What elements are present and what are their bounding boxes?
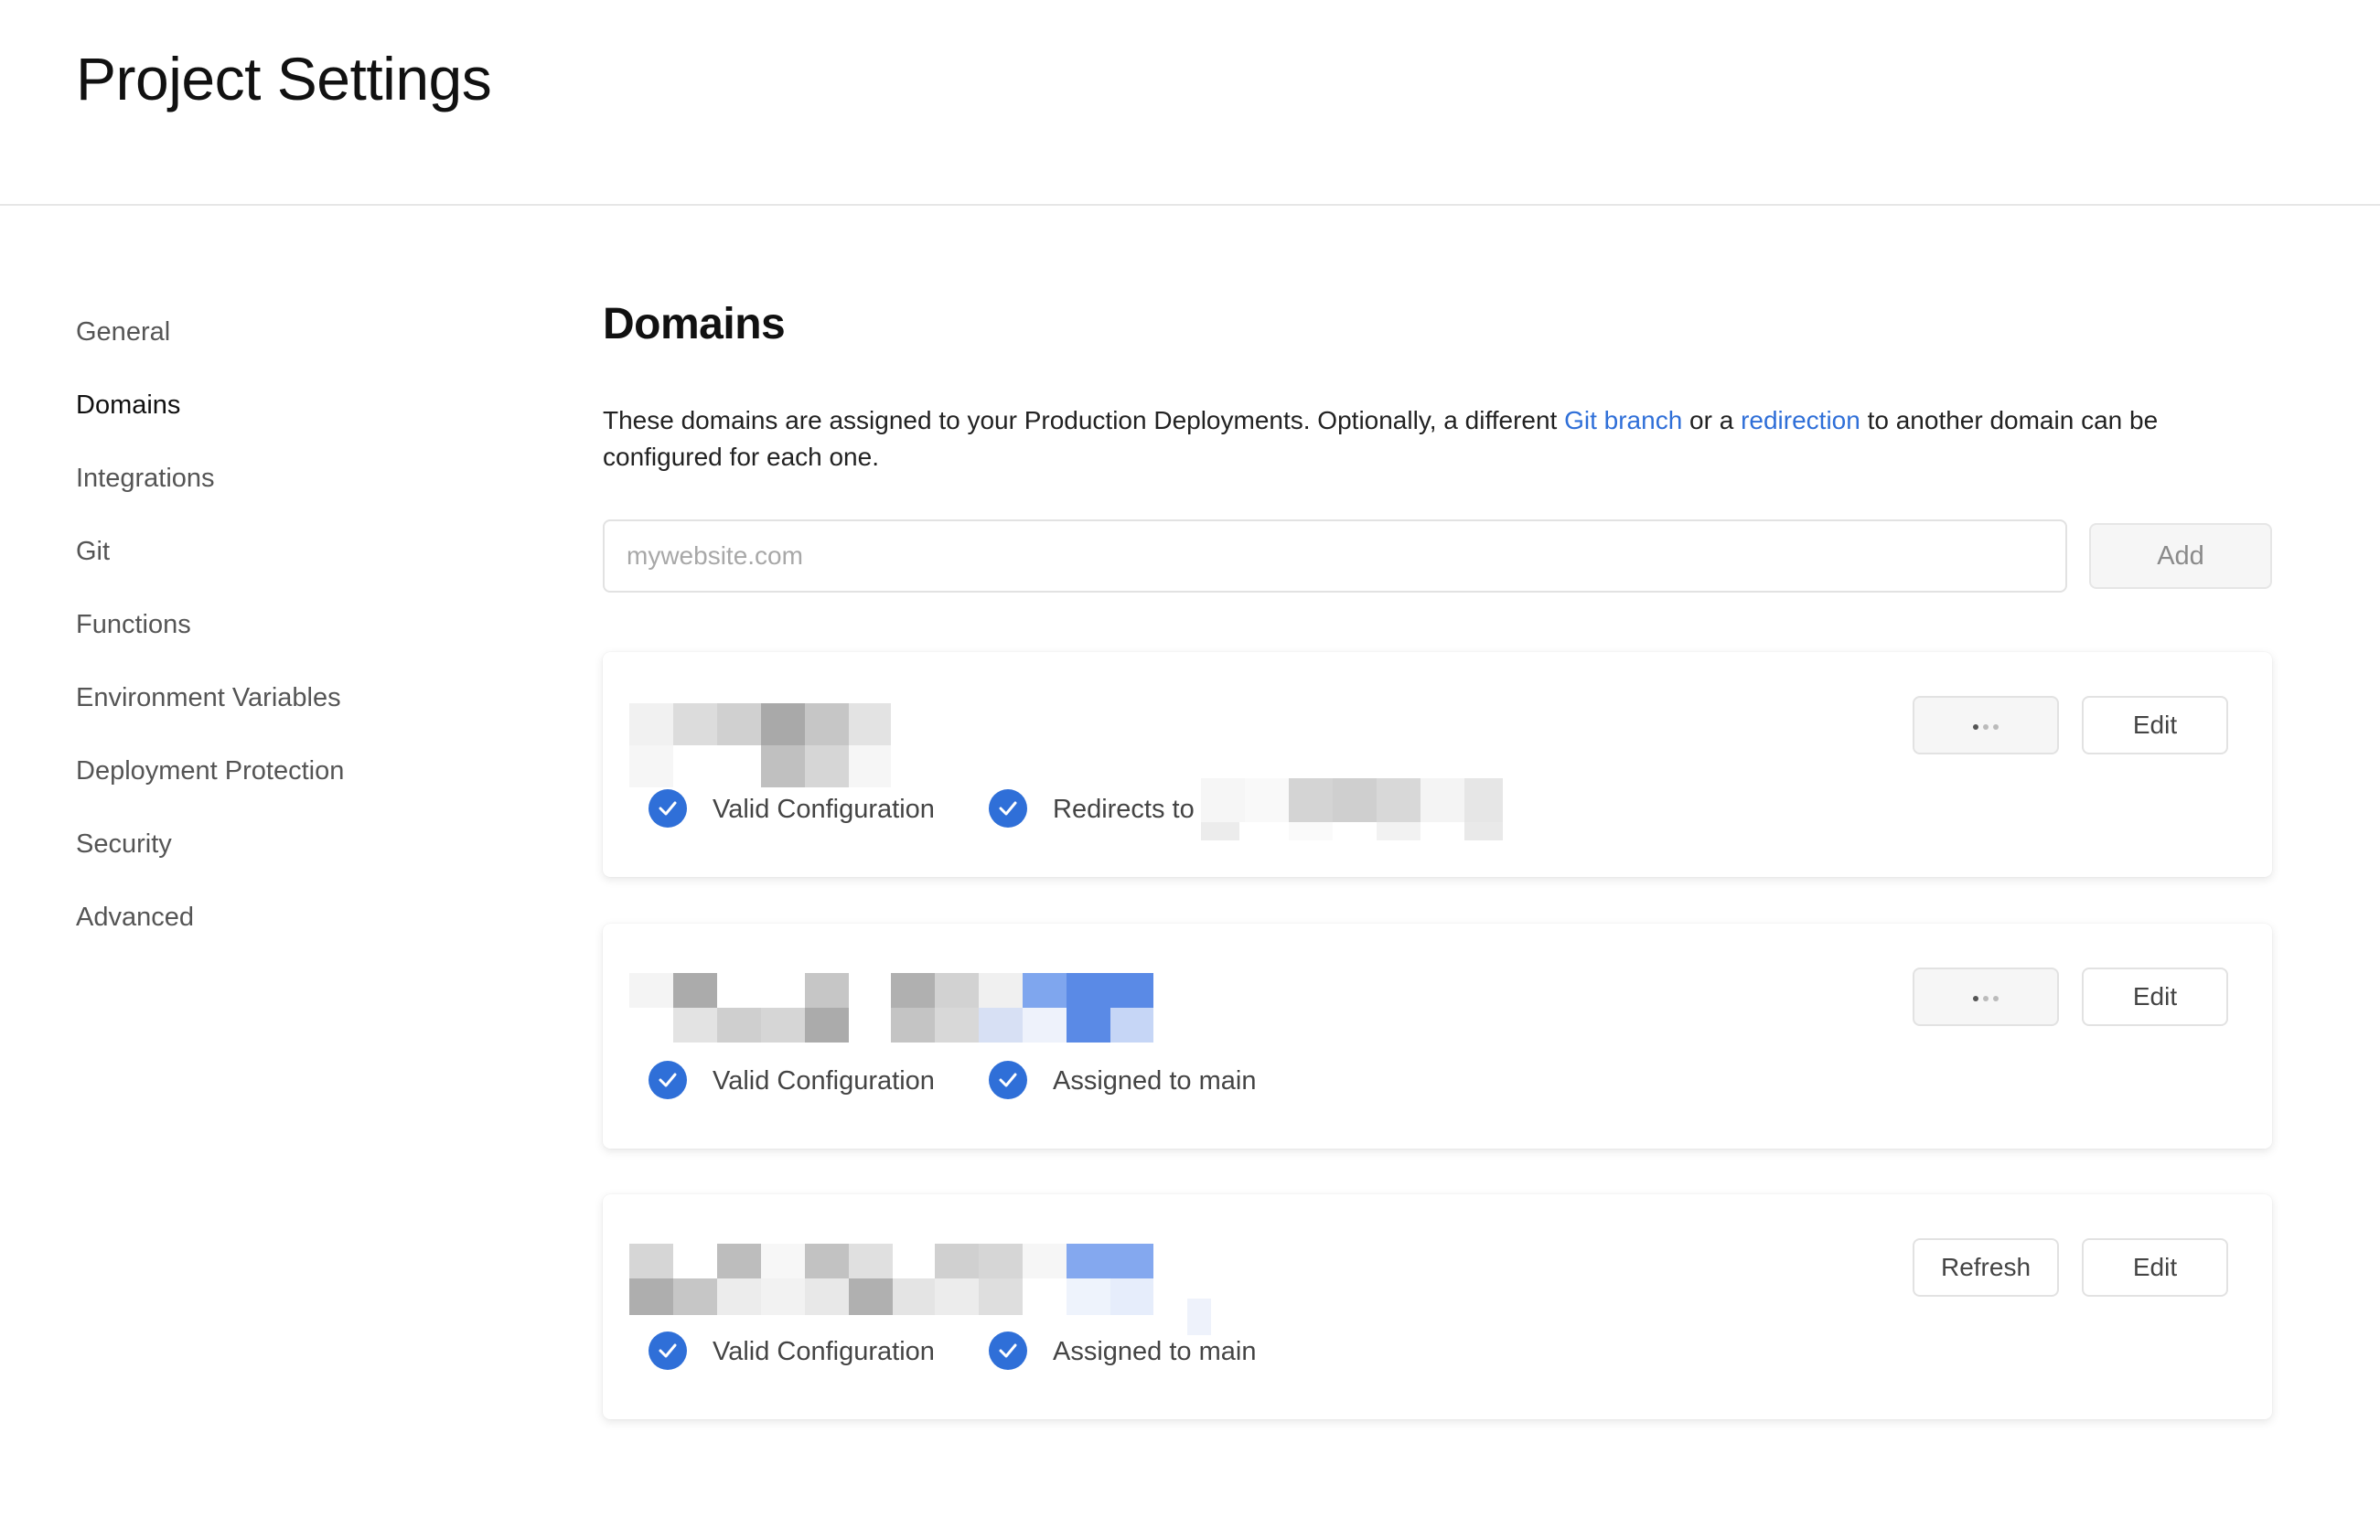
redirection-link[interactable]: redirection [1741,406,1860,434]
check-circle-icon [989,789,1027,828]
sidebar-item-security[interactable]: Security [76,809,533,882]
sidebar-item-general[interactable]: General [76,297,533,370]
add-domain-button[interactable]: Add [2089,523,2272,589]
check-circle-icon [649,789,687,828]
page-title: Project Settings [76,45,492,112]
git-branch-link[interactable]: Git branch [1564,406,1682,434]
sidebar-item-advanced[interactable]: Advanced [76,882,533,956]
check-circle-icon [989,1061,1027,1099]
edit-button[interactable]: Edit [2082,696,2228,754]
more-options-button[interactable] [1913,696,2059,754]
check-circle-icon [649,1331,687,1370]
sidebar-item-deployment-protection[interactable]: Deployment Protection [76,736,533,809]
more-options-button[interactable] [1913,968,2059,1026]
refresh-button[interactable]: Refresh [1913,1238,2059,1297]
edit-button[interactable]: Edit [2082,1238,2228,1297]
status-label: Assigned to main [1053,1066,1257,1096]
page-header: Project Settings [0,0,2380,206]
domain-card: Valid Configuration Redirects to Edit [603,652,2272,877]
status-label: Valid Configuration [713,795,935,824]
settings-sidebar: General Domains Integrations Git Functio… [76,297,533,956]
sidebar-item-integrations[interactable]: Integrations [76,444,533,517]
sidebar-item-domains[interactable]: Domains [76,370,533,444]
status-label: Redirects to [1053,795,1195,824]
add-domain-row: Add [603,519,2272,593]
section-title: Domains [603,300,786,348]
domain-card: Valid Configuration Assigned to main Ref… [603,1194,2272,1419]
domain-card: Valid Configuration Assigned to main Edi… [603,924,2272,1149]
redirect-target-redacted [1201,778,1503,842]
description-text: These domains are assigned to your Produ… [603,406,1565,434]
status-label: Assigned to main [1053,1337,1257,1366]
status-label: Valid Configuration [713,1337,935,1366]
description-text: or a [1682,406,1742,434]
sidebar-item-functions[interactable]: Functions [76,590,533,663]
sidebar-item-git[interactable]: Git [76,517,533,590]
domain-name-redacted [629,960,1178,1044]
check-circle-icon [649,1061,687,1099]
edit-button[interactable]: Edit [2082,968,2228,1026]
check-circle-icon [989,1331,1027,1370]
status-label: Valid Configuration [713,1066,935,1096]
sidebar-item-environment-variables[interactable]: Environment Variables [76,663,533,736]
domain-name-redacted [629,1231,1211,1335]
section-description: These domains are assigned to your Produ… [603,402,2277,476]
domains-section: Domains These domains are assigned to yo… [603,293,2272,593]
domain-input[interactable] [603,519,2067,593]
domain-name-redacted [629,689,1178,787]
